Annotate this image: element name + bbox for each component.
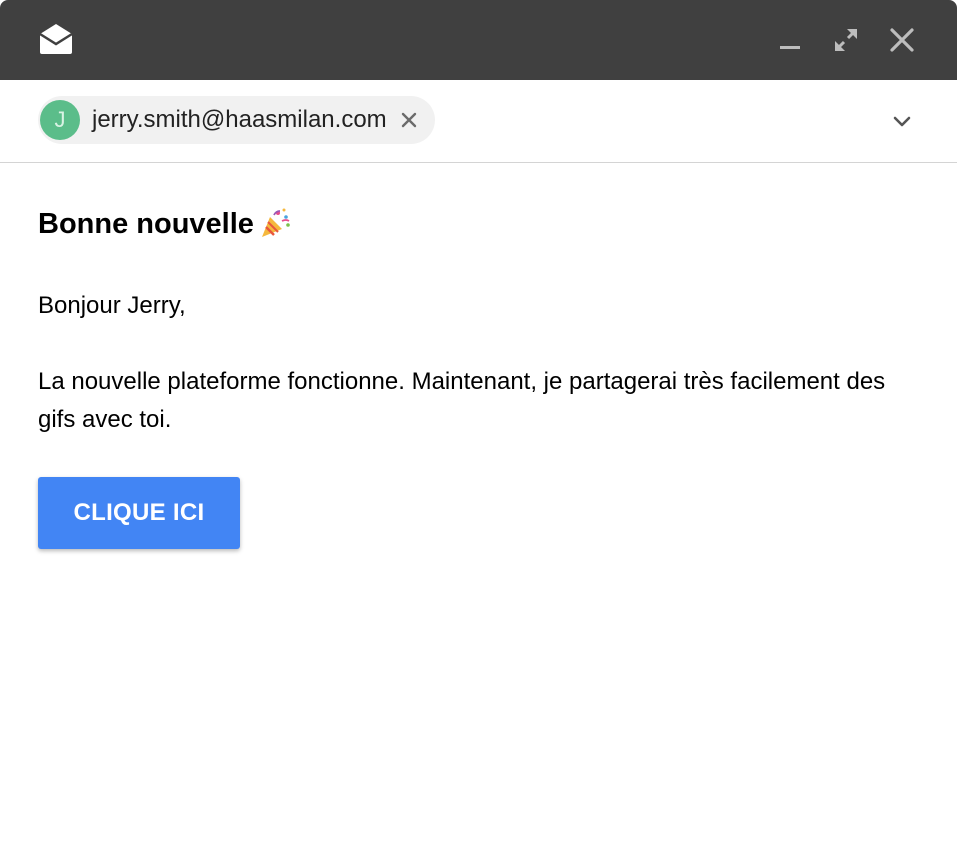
- message-subject: Bonne nouvelle: [38, 205, 918, 243]
- expand-icon[interactable]: [830, 24, 862, 56]
- email-window: J jerry.smith@haasmilan.com Bonne nouvel…: [0, 0, 957, 852]
- close-icon[interactable]: [399, 110, 419, 130]
- message-greeting: Bonjour Jerry,: [38, 292, 186, 319]
- recipient-chip[interactable]: J jerry.smith@haasmilan.com: [38, 96, 435, 144]
- party-popper-icon: [261, 208, 290, 237]
- chevron-down-icon[interactable]: [888, 108, 916, 136]
- recipient-email: jerry.smith@haasmilan.com: [92, 106, 387, 133]
- message-content: Bonne nouvelle Bonjour Jerry, La nouvell…: [38, 163, 918, 549]
- recipient-field: J jerry.smith@haasmilan.com: [0, 80, 957, 163]
- close-icon[interactable]: [886, 24, 918, 56]
- envelope-open-icon: [39, 24, 73, 54]
- cta-button[interactable]: CLIQUE ICI: [38, 477, 240, 549]
- title-bar: [0, 0, 957, 80]
- subject-text: Bonne nouvelle: [38, 208, 254, 240]
- message-body: La nouvelle plateforme fonctionne. Maint…: [38, 368, 886, 433]
- avatar: J: [40, 100, 80, 140]
- minimize-icon[interactable]: [774, 24, 806, 56]
